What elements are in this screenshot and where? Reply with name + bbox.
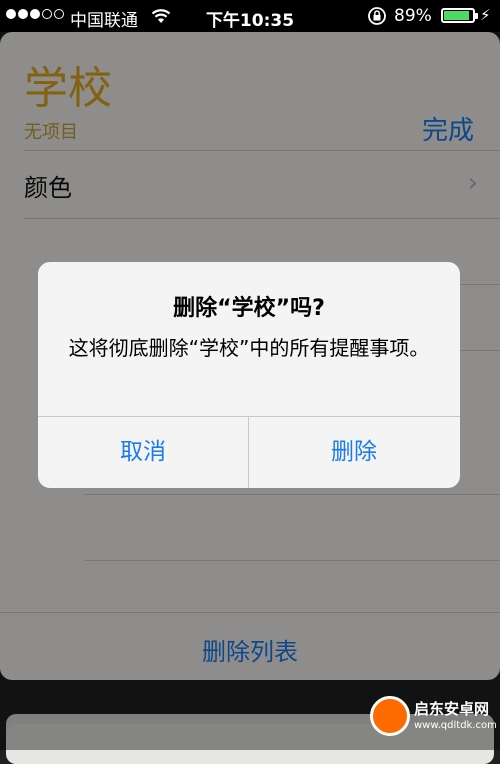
delete-confirm-alert: 删除“学校”吗? 这将彻底删除“学校”中的所有提醒事项。 取消 删除: [38, 262, 460, 488]
status-bar: 中国联通 下午10:35 89% ⚡: [0, 0, 500, 32]
alert-message: 这将彻底删除“学校”中的所有提醒事项。: [68, 336, 430, 360]
watermark-name: 启东安卓网: [414, 700, 490, 718]
battery-percent: 89%: [394, 6, 432, 26]
battery-fill: [444, 11, 469, 20]
site-watermark: 启东安卓网 www.qdltdk.com: [370, 696, 497, 746]
battery-icon: [441, 8, 478, 23]
rotation-lock-icon: [368, 7, 386, 25]
watermark-url: www.qdltdk.com: [414, 720, 497, 731]
cancel-button[interactable]: 取消: [38, 417, 248, 488]
alert-title: 删除“学校”吗?: [173, 296, 325, 321]
battery-nub: [475, 13, 478, 19]
watermark-logo-icon: [370, 696, 410, 736]
charging-bolt-icon: ⚡: [480, 6, 491, 24]
delete-button[interactable]: 删除: [249, 417, 459, 488]
